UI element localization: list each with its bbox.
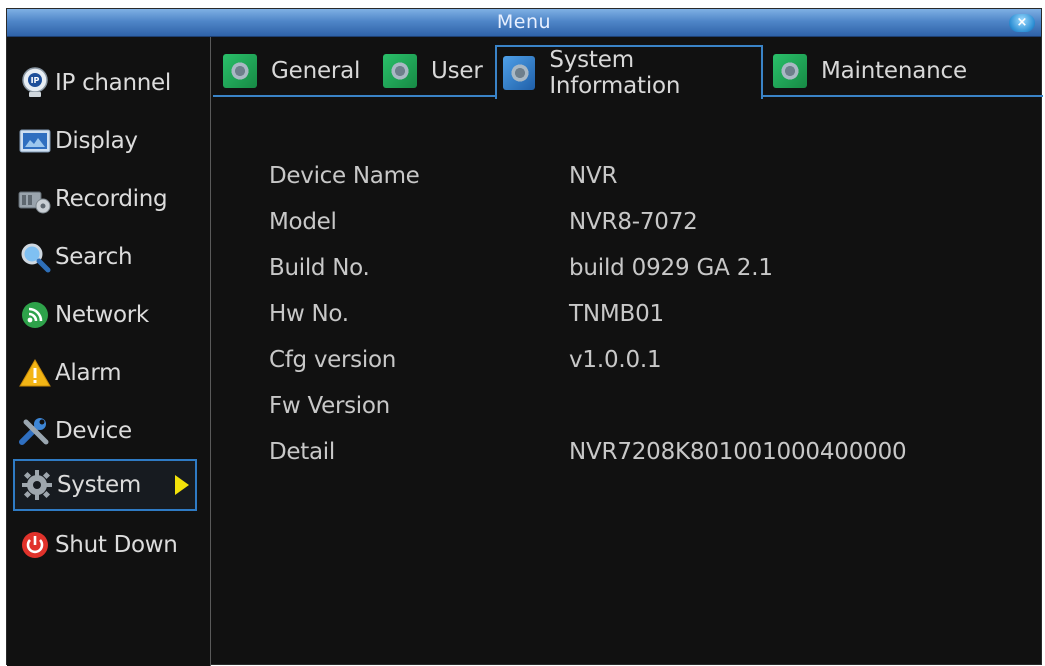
- info-key: Device Name: [269, 163, 420, 189]
- maintenance-icon: [773, 54, 807, 88]
- svg-text:IP: IP: [31, 76, 40, 85]
- sidebar-item-device[interactable]: Device: [13, 405, 197, 457]
- info-value: TNMB01: [569, 301, 664, 327]
- sidebar-item-label: Search: [55, 244, 133, 270]
- sidebar-item-label: Device: [55, 418, 132, 444]
- tab-label: General: [271, 58, 361, 84]
- info-row-cfg-version: Cfg version v1.0.0.1: [269, 347, 1029, 377]
- power-icon: [17, 527, 53, 563]
- display-icon: [17, 123, 53, 159]
- system-gear-icon: [19, 467, 55, 503]
- device-tools-icon: [17, 413, 53, 449]
- sidebar-item-label: Alarm: [55, 360, 122, 386]
- close-button[interactable]: ×: [1009, 14, 1035, 32]
- sidebar-item-label: IP channel: [55, 70, 171, 96]
- title-bar: Menu ×: [7, 9, 1041, 37]
- network-icon: [17, 297, 53, 333]
- info-value: NVR: [569, 163, 618, 189]
- sidebar-item-ip-channel[interactable]: IP IP channel: [13, 57, 197, 109]
- alarm-icon: [17, 355, 53, 391]
- info-key: Build No.: [269, 255, 370, 281]
- info-value: v1.0.0.1: [569, 347, 662, 373]
- sidebar-item-network[interactable]: Network: [13, 289, 197, 341]
- sidebar-item-recording[interactable]: Recording: [13, 173, 197, 225]
- menu-window: Menu × IP IP channel Display Recording S…: [6, 8, 1043, 666]
- sidebar-item-alarm[interactable]: Alarm: [13, 347, 197, 399]
- tab-label: User: [431, 58, 483, 84]
- sidebar: IP IP channel Display Recording Search N…: [7, 37, 211, 666]
- info-key: Detail: [269, 439, 335, 465]
- tab-label: System Information: [549, 47, 681, 99]
- info-value: NVR8-7072: [569, 209, 698, 235]
- info-key: Fw Version: [269, 393, 390, 419]
- sidebar-item-label: System: [57, 472, 141, 498]
- info-row-build-no: Build No. build 0929 GA 2.1: [269, 255, 1029, 285]
- info-row-detail: Detail NVR7208K801001000400000: [269, 439, 1029, 469]
- system-information-panel: Device Name NVR Model NVR8-7072 Build No…: [213, 99, 1043, 659]
- info-key: Hw No.: [269, 301, 349, 327]
- sidebar-item-label: Recording: [55, 186, 168, 212]
- sidebar-item-shut-down[interactable]: Shut Down: [13, 519, 197, 571]
- sidebar-item-label: Display: [55, 128, 138, 154]
- tab-user[interactable]: User: [377, 45, 483, 97]
- info-row-fw-version: Fw Version: [269, 393, 1029, 423]
- submenu-arrow-icon: [175, 475, 189, 495]
- user-settings-icon: [383, 54, 417, 88]
- general-settings-icon: [223, 54, 257, 88]
- info-row-hw-no: Hw No. TNMB01: [269, 301, 1029, 331]
- recording-icon: [17, 181, 53, 217]
- tab-system-information[interactable]: System Information: [495, 45, 763, 99]
- sidebar-item-display[interactable]: Display: [13, 115, 197, 167]
- search-icon: [17, 239, 53, 275]
- info-row-model: Model NVR8-7072: [269, 209, 1029, 239]
- sidebar-item-system[interactable]: System: [13, 459, 197, 511]
- info-key: Cfg version: [269, 347, 397, 373]
- tab-maintenance[interactable]: Maintenance: [767, 45, 967, 97]
- tab-bar: General User System Information Maintena…: [213, 41, 1043, 99]
- tab-label: Maintenance: [821, 58, 967, 84]
- sidebar-item-search[interactable]: Search: [13, 231, 197, 283]
- system-information-icon: [503, 56, 536, 90]
- tab-general[interactable]: General: [217, 45, 360, 97]
- window-title: Menu: [496, 11, 552, 33]
- info-row-device-name: Device Name NVR: [269, 163, 1029, 193]
- info-value: build 0929 GA 2.1: [569, 255, 773, 281]
- info-value: NVR7208K801001000400000: [569, 439, 907, 465]
- sidebar-item-label: Network: [55, 302, 149, 328]
- ip-camera-icon: IP: [17, 65, 53, 101]
- sidebar-item-label: Shut Down: [55, 532, 178, 558]
- info-key: Model: [269, 209, 337, 235]
